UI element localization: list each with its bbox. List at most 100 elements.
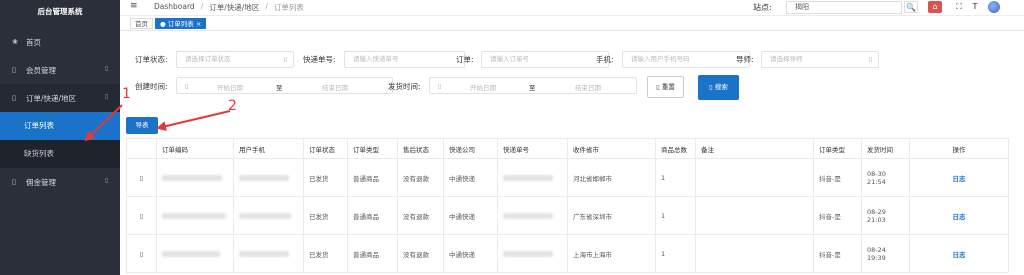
column-header: 订单状态 <box>303 138 348 159</box>
chevron-icon: ▯ <box>104 65 108 72</box>
search-icon[interactable]: 🔍 <box>904 1 918 13</box>
app-title: 后台管理系统 <box>37 7 83 16</box>
column-header: 快递公司 <box>443 138 498 159</box>
log-link[interactable]: 日志 <box>953 251 966 259</box>
order-no-input[interactable]: 请输入订单号 <box>481 51 609 68</box>
chevron-icon: ▯ <box>104 177 108 184</box>
tag-order-list[interactable]: ● 订单列表 × <box>155 18 207 29</box>
phone-cell <box>233 234 304 273</box>
column-header: 收件省市 <box>567 138 656 159</box>
tracking-no-input[interactable]: 请输入快递单号 <box>344 51 465 68</box>
sidebar-subitem-order-list[interactable]: 订单列表 <box>0 112 120 140</box>
actions-cell: 日志 <box>909 196 1009 235</box>
column-header: 订单类型 <box>813 138 862 159</box>
sidebar-item-commission[interactable]: ▯ 佣金管理 ▯ <box>0 168 120 196</box>
breadcrumb-orders[interactable]: 订单/快递/地区 <box>209 2 259 13</box>
column-header: 用户手机 <box>233 138 304 159</box>
order-code-cell <box>156 196 234 235</box>
order-type-cell: 抖音-是 <box>813 196 862 235</box>
qty-cell: 1 <box>655 234 696 273</box>
ship-time-cell: 08-29 21:03 <box>861 196 910 235</box>
table-row: ▯ 已发货 普通商品 没有退款 中通快递 河北省邯郸市 1 抖音-是 08-30… <box>126 158 1009 197</box>
site-label: 站点: <box>753 3 772 12</box>
sidebar-item-label: 订单/快递/地区 <box>26 93 77 103</box>
menu-toggle-icon[interactable]: ≡ <box>130 1 138 11</box>
tracking-cell <box>497 196 568 235</box>
tags-bar: 首页 ● 订单列表 × <box>120 16 1024 31</box>
mentor-label: 导师: <box>736 55 754 64</box>
sidebar: 后台管理系统 ❀ 首页 ▯ 会员管理 ▯ ▯ 订单/快递/地区 ▯ 订单列表 缺… <box>0 0 120 275</box>
ship-time-cell: 08-30 21:54 <box>861 158 910 197</box>
remark-cell <box>695 234 814 273</box>
status-cell: 已发货 <box>303 234 348 273</box>
tracking-no-label: 快递单号: <box>303 55 336 64</box>
column-header: 订单类型 <box>347 138 398 159</box>
created-time-range[interactable]: ▯ 开始日期 至 结束日期 <box>176 77 393 94</box>
breadcrumb-current: 订单列表 <box>273 3 304 12</box>
city-cell: 广东省深圳市 <box>567 196 656 235</box>
ship-time-cell: 08-24 19:39 <box>861 234 910 273</box>
breadcrumb-dashboard[interactable]: Dashboard <box>154 2 195 13</box>
app-root: 后台管理系统 ❀ 首页 ▯ 会员管理 ▯ ▯ 订单/快递/地区 ▯ 订单列表 缺… <box>0 0 1024 275</box>
ship-time-range[interactable]: ▯ 开始日期 至 结束日期 <box>429 77 637 94</box>
phone-cell <box>233 158 304 197</box>
filter-panel: 订单状态: 请选择订单状态 ▯ 快递单号: 请输入快递单号 订单: 请输入订单号… <box>120 40 1024 110</box>
city-cell: 上海市上海市 <box>567 234 656 273</box>
ship-time-label: 发货时间: <box>388 82 421 91</box>
sidebar-item-label: 会员管理 <box>26 65 56 75</box>
row-checkbox[interactable]: ▯ <box>126 196 157 235</box>
tracking-cell <box>497 158 568 197</box>
courier-cell: 中通快递 <box>443 196 498 235</box>
row-checkbox[interactable]: ▯ <box>126 234 157 273</box>
column-header: 商品总数 <box>655 138 696 159</box>
chevron-icon: ▯ <box>104 93 108 100</box>
order-code-cell <box>156 234 234 273</box>
created-time-label: 创建时间: <box>135 82 168 91</box>
breadcrumb: Dashboard / 订单/快递/地区 / 订单列表 <box>154 2 304 13</box>
sidebar-item-home[interactable]: ❀ 首页 <box>0 28 120 56</box>
calendar-icon: ▯ <box>438 82 442 90</box>
order-type-cell: 抖音-是 <box>813 234 862 273</box>
actions-cell: 日志 <box>909 234 1009 273</box>
column-header: 发货时间 <box>861 138 910 159</box>
log-link[interactable]: 日志 <box>953 175 966 183</box>
search-button[interactable]: ▯ 搜索 <box>698 75 739 100</box>
calendar-icon: ▯ <box>185 82 189 90</box>
mentor-select[interactable]: 请选择导师 ▯ <box>761 51 879 68</box>
sidebar-item-label: 首页 <box>26 37 41 47</box>
column-header: 操作 <box>909 138 1009 159</box>
avatar[interactable] <box>988 1 1000 13</box>
phone-input[interactable]: 请输入用户手机号码 <box>622 51 750 68</box>
order-icon: ▯ <box>12 94 16 102</box>
sidebar-item-label: 佣金管理 <box>26 177 56 187</box>
order-no-label: 订单: <box>456 55 474 64</box>
dashboard-icon: ❀ <box>12 38 18 46</box>
order-status-select[interactable]: 请选择订单状态 ▯ <box>176 51 294 68</box>
sidebar-item-orders[interactable]: ▯ 订单/快递/地区 ▯ <box>0 84 120 112</box>
type-cell: 普通商品 <box>347 234 398 273</box>
table-row: ▯ 已发货 普通商品 没有退款 中通快递 上海市上海市 1 抖音-是 08-24… <box>126 234 1009 273</box>
column-header: 订单编码 <box>156 138 234 159</box>
log-link[interactable]: 日志 <box>953 213 966 221</box>
breadcrumb-separator: / <box>265 2 268 11</box>
export-button[interactable]: 导表 <box>126 117 158 134</box>
close-icon[interactable]: × <box>196 20 201 28</box>
table-row: ▯ 已发货 普通商品 没有退款 中通快递 广东省深圳市 1 抖音-是 08-29… <box>126 196 1009 235</box>
after-sale-cell: 没有退款 <box>397 196 444 235</box>
tag-label: 订单列表 <box>167 20 194 28</box>
site-select[interactable]: 揭阳 <box>786 1 902 14</box>
font-size-icon[interactable]: T <box>968 1 982 13</box>
home-icon[interactable]: ⌂ <box>928 1 942 13</box>
fullscreen-icon[interactable]: ⛶ <box>952 1 966 13</box>
order-status-label: 订单状态: <box>135 55 168 64</box>
reset-button[interactable]: ▯ 重置 <box>647 76 684 98</box>
dropdown-icon: ▯ <box>283 55 287 63</box>
type-cell: 普通商品 <box>347 158 398 197</box>
row-checkbox[interactable]: ▯ <box>126 158 157 197</box>
tag-home[interactable]: 首页 <box>130 18 153 29</box>
sidebar-subitem-stockout-list[interactable]: 缺货列表 <box>0 140 120 168</box>
column-header: 备注 <box>695 138 814 159</box>
sidebar-item-members[interactable]: ▯ 会员管理 ▯ <box>0 56 120 84</box>
city-cell: 河北省邯郸市 <box>567 158 656 197</box>
dropdown-icon: ▯ <box>868 55 872 63</box>
